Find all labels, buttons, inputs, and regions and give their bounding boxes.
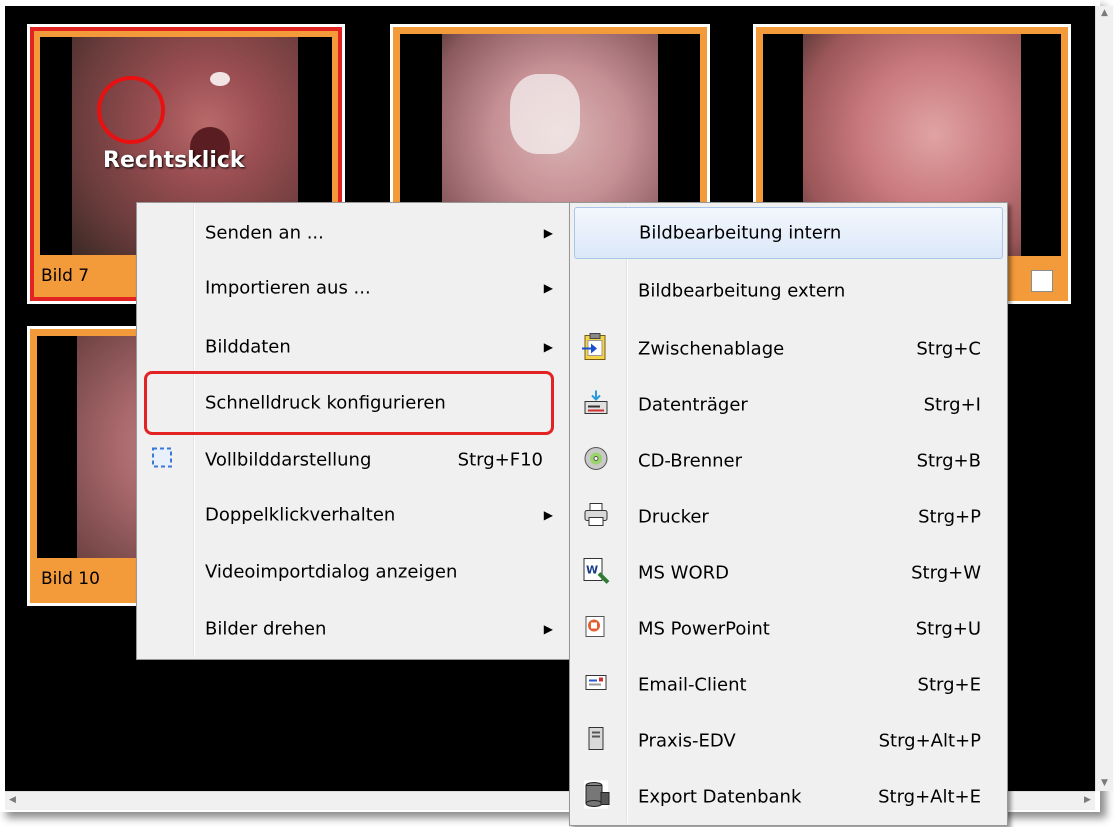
cd-icon [583,446,609,477]
menu-item-import-from[interactable]: Importieren aus ... ▶ [139,262,567,314]
menu-item-double-click-behavior[interactable]: Doppelklickverhalten ▶ [139,489,567,541]
vertical-scrollbar[interactable]: ▲ ▼ [1095,6,1113,791]
right-click-marker-circle [97,76,165,144]
menu-item-image-data[interactable]: Bilddaten ▶ [139,321,567,373]
send-to-submenu: Bildbearbeitung intern Bildbearbeitung e… [569,202,1008,826]
thumbnail-select-checkbox[interactable] [1031,270,1053,292]
database-icon [581,779,611,816]
highlight-frame [144,371,554,435]
menu-item-image-edit-internal[interactable]: Bildbearbeitung intern [574,207,1003,259]
menu-item-export-database[interactable]: Export Datenbank Strg+Alt+E [572,771,1005,823]
svg-text:W: W [586,564,598,577]
printer-icon [583,502,609,533]
menu-item-printer[interactable]: Drucker Strg+P [572,491,1005,543]
scroll-up-arrow-icon[interactable]: ▲ [1097,6,1112,21]
menu-item-image-edit-external[interactable]: Bildbearbeitung extern [572,265,1005,317]
submenu-arrow-icon: ▶ [543,281,553,295]
menu-item-clipboard[interactable]: Zwischenablage Strg+C [572,323,1005,375]
submenu-arrow-icon: ▶ [543,340,553,354]
scroll-left-arrow-icon[interactable]: ◀ [5,793,20,808]
fullscreen-icon [151,447,173,474]
menu-item-email-client[interactable]: Email-Client Strg+E [572,659,1005,711]
thumbnail-label: Bild 10 [41,569,100,589]
menu-item-fullscreen[interactable]: Vollbilddarstellung Strg+F10 [139,434,567,486]
menu-item-rotate-images[interactable]: Bilder drehen ▶ [139,603,567,655]
submenu-arrow-icon: ▶ [543,622,553,636]
right-click-annotation: Rechtsklick [103,148,245,173]
menu-item-practice-edv[interactable]: Praxis-EDV Strg+Alt+P [572,715,1005,767]
context-menu: Senden an ... ▶ Importieren aus ... ▶ Bi… [136,202,570,660]
menu-item-show-video-import[interactable]: Videoimportdialog anzeigen [139,546,567,598]
menu-item-send-to[interactable]: Senden an ... ▶ [139,207,567,259]
scroll-right-arrow-icon[interactable]: ▶ [1080,793,1095,808]
scroll-down-arrow-icon[interactable]: ▼ [1097,776,1112,791]
menu-item-ms-word[interactable]: W MS WORD Strg+W [572,547,1005,599]
email-icon [584,671,608,700]
drive-icon [582,389,610,422]
menu-item-ms-powerpoint[interactable]: MS PowerPoint Strg+U [572,603,1005,655]
clipboard-icon [580,332,610,367]
computer-icon [584,726,608,757]
powerpoint-icon [583,614,609,645]
menu-item-cd-burner[interactable]: CD-Brenner Strg+B [572,435,1005,487]
menu-item-storage-media[interactable]: Datenträger Strg+I [572,379,1005,431]
word-icon: W [581,556,611,591]
submenu-arrow-icon: ▶ [543,508,553,522]
thumbnail-label: Bild 7 [41,266,90,286]
submenu-arrow-icon: ▶ [543,226,553,240]
